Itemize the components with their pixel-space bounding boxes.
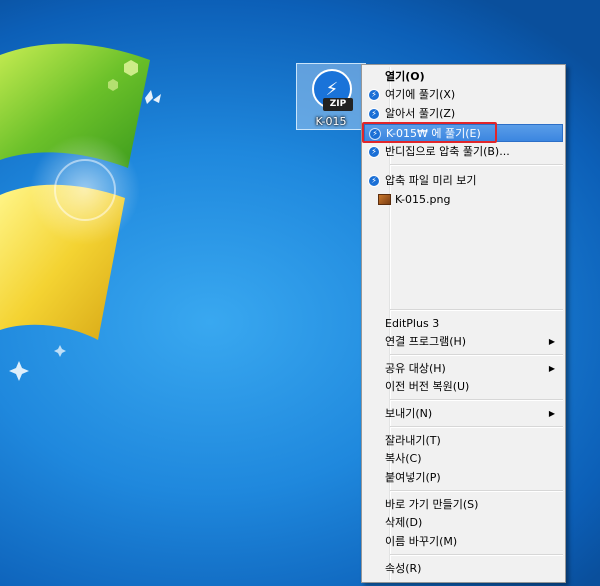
bandizip-icon: ⚡ [368, 146, 380, 158]
submenu-arrow-icon: ▶ [548, 337, 555, 346]
image-file-icon [378, 194, 391, 205]
zip-file-desktop-icon[interactable]: ⚡ ZIP K-015 [296, 63, 366, 130]
menu-item-extract-smart[interactable]: ⚡ 알아서 풀기(Z) [364, 105, 563, 123]
menu-item-restore-previous[interactable]: 이전 버전 복원(U) [364, 378, 563, 396]
menu-item-share-with[interactable]: 공유 대상(H) ▶ [364, 360, 563, 378]
bandizip-icon: ⚡ [368, 89, 380, 101]
menu-item-open-with[interactable]: 연결 프로그램(H) ▶ [364, 333, 563, 351]
menu-item-extract-here[interactable]: ⚡ 여기에 풀기(X) [364, 86, 563, 104]
menu-item-cut[interactable]: 잘라내기(T) [364, 432, 563, 450]
menu-item-send-to[interactable]: 보내기(N) ▶ [364, 405, 563, 423]
menu-item-extract-bandizip[interactable]: ⚡ 반디집으로 압축 풀기(B)... [364, 143, 563, 161]
menu-item-copy[interactable]: 복사(C) [364, 450, 563, 468]
menu-separator [390, 554, 563, 556]
menu-item-delete[interactable]: 삭제(D) [364, 514, 563, 532]
submenu-arrow-icon: ▶ [548, 364, 555, 373]
menu-separator [390, 426, 563, 428]
menu-separator [390, 399, 563, 401]
menu-separator [390, 164, 563, 166]
menu-item-preview-file[interactable]: K-015.png [364, 191, 563, 209]
menu-item-rename[interactable]: 이름 바꾸기(M) [364, 533, 563, 551]
bandizip-icon: ⚡ [368, 175, 380, 187]
menu-separator [390, 490, 563, 492]
windows-logo-wallpaper [0, 43, 161, 381]
annotation-highlight-box [362, 122, 497, 143]
menu-separator [390, 309, 563, 311]
desktop-icon-label: K-015 [315, 115, 347, 128]
menu-item-preview[interactable]: ⚡ 압축 파일 미리 보기 [364, 172, 563, 190]
menu-item-properties[interactable]: 속성(R) [364, 560, 563, 578]
menu-item-editplus[interactable]: EditPlus 3 [364, 315, 563, 333]
menu-item-create-shortcut[interactable]: 바로 가기 만들기(S) [364, 496, 563, 514]
zip-badge: ZIP [323, 98, 353, 111]
bandizip-icon: ⚡ [368, 108, 380, 120]
menu-item-open[interactable]: 열기(O) [364, 68, 563, 86]
menu-item-paste[interactable]: 붙여넣기(P) [364, 469, 563, 487]
menu-separator [390, 354, 563, 356]
submenu-arrow-icon: ▶ [548, 409, 555, 418]
